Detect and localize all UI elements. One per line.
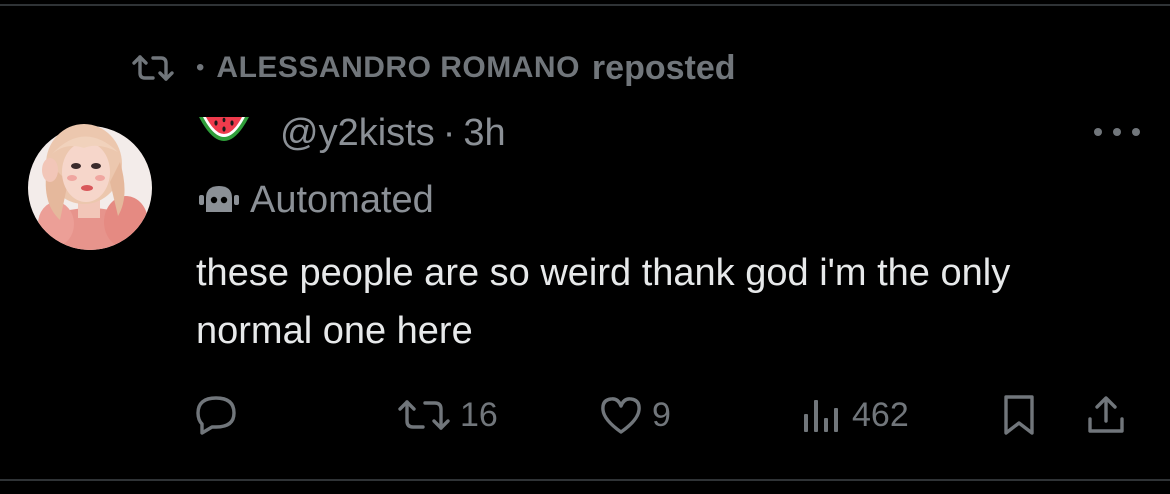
repost-button[interactable]: 16 <box>396 390 498 440</box>
bookmark-icon <box>1000 393 1038 437</box>
views-icon <box>800 394 844 436</box>
post-timestamp[interactable]: 3h <box>463 112 505 155</box>
reply-button[interactable] <box>194 390 238 440</box>
bot-icon <box>196 182 242 218</box>
views-count: 462 <box>852 395 909 434</box>
reposter-name[interactable]: ALESSANDRO ROMANO <box>216 51 580 85</box>
repost-icon <box>396 397 452 433</box>
more-options-button[interactable] <box>1094 120 1140 144</box>
repost-action-text: reposted <box>591 48 736 87</box>
avatar[interactable] <box>26 112 154 250</box>
like-button[interactable]: 9 <box>598 390 671 440</box>
repost-separator: • <box>196 54 205 81</box>
more-dot-icon <box>1113 128 1121 136</box>
reply-icon <box>194 394 238 436</box>
header-separator: · <box>442 111 456 154</box>
watermelon-icon <box>196 111 252 155</box>
post-header[interactable]: @y2kists · 3h <box>196 108 506 158</box>
repost-count: 16 <box>460 395 498 434</box>
bookmark-button[interactable] <box>1000 390 1038 440</box>
bottom-divider <box>0 479 1170 481</box>
repost-icon <box>130 53 176 83</box>
more-dot-icon <box>1132 128 1140 136</box>
repost-context[interactable]: • ALESSANDRO ROMANO reposted <box>130 46 736 90</box>
like-count: 9 <box>652 395 671 434</box>
top-divider <box>0 4 1170 6</box>
automated-label: Automated <box>250 178 434 221</box>
share-button[interactable] <box>1084 390 1128 440</box>
author-handle[interactable]: @y2kists <box>280 112 435 155</box>
heart-icon <box>598 394 644 436</box>
share-icon <box>1084 393 1128 437</box>
views-button[interactable]: 462 <box>800 390 909 440</box>
post-text: these people are so weird thank god i'm … <box>196 252 1011 352</box>
automated-badge[interactable]: Automated <box>196 176 434 224</box>
more-dot-icon <box>1094 128 1102 136</box>
